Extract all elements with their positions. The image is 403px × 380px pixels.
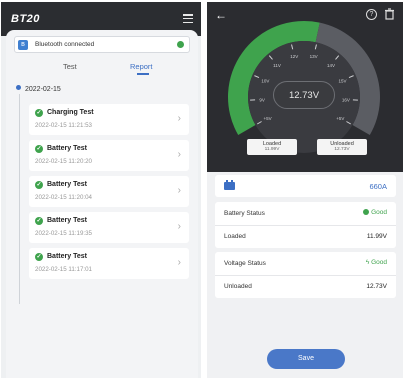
- gauge-tick-label: 16V: [342, 97, 350, 102]
- timeline-dot: [16, 85, 21, 90]
- gauge-tick-label: 12V: [290, 54, 298, 59]
- chevron-right-icon: ›: [177, 221, 181, 232]
- voltage-status-label: Voltage Status: [224, 260, 266, 267]
- report-time: 2022-02-15 11:17:01: [35, 266, 92, 273]
- report-time: 2022-02-15 11:19:35: [35, 230, 92, 237]
- gauge-tick-label: 11V: [273, 63, 281, 68]
- report-card[interactable]: ✓ Battery Test 2022-02-15 11:17:01 ›: [29, 248, 189, 279]
- cca-value: 660A: [369, 182, 387, 191]
- report-title: Battery Test: [47, 145, 87, 152]
- report-card[interactable]: ✓ Battery Test 2022-02-15 11:19:35 ›: [29, 212, 189, 243]
- battery-status-text: Good: [371, 209, 387, 216]
- gauge-tick-label: +5V: [264, 116, 272, 121]
- voltage-status-text: Good: [371, 259, 387, 266]
- gauge-tick-label: +5V: [336, 116, 344, 121]
- bluetooth-icon: ʙ: [18, 40, 28, 50]
- loaded-voltage-pill: Loaded 11.99V: [247, 139, 297, 155]
- loaded-row-label: Loaded: [224, 233, 246, 240]
- report-title: Battery Test: [47, 253, 87, 260]
- report-detail-screen: ← ? +5V 9V 10V 11V 12V 13V 14V 15V 16V +5V 12.73V…: [207, 2, 403, 378]
- unloaded-voltage-pill: Unloaded 12.73V: [317, 139, 367, 155]
- unloaded-row-label: Unloaded: [224, 283, 252, 290]
- good-check-icon: [363, 209, 370, 215]
- screenshot-stage: BT20 ʙ Bluetooth connected Test Report 2…: [0, 0, 403, 380]
- check-icon: ✓: [35, 181, 43, 189]
- app-logo: BT20: [11, 13, 40, 25]
- report-title: Battery Test: [47, 217, 87, 224]
- date-group-header: 2022-02-15: [16, 85, 61, 93]
- save-button[interactable]: Save: [267, 349, 345, 369]
- gauge-header: ← ? +5V 9V 10V 11V 12V 13V 14V 15V 16V +5V 12.73V…: [207, 2, 403, 172]
- battery-status-value: Good: [363, 209, 387, 216]
- voltage-status-value: ϟ Good: [366, 259, 387, 266]
- report-title: Charging Test: [47, 109, 94, 116]
- tab-report[interactable]: Report: [130, 62, 153, 71]
- divider: [215, 275, 396, 276]
- chevron-right-icon: ›: [177, 257, 181, 268]
- chevron-right-icon: ›: [177, 185, 181, 196]
- tab-test[interactable]: Test: [63, 62, 77, 71]
- battery-status-label: Battery Status: [224, 210, 265, 217]
- check-icon: ✓: [35, 109, 43, 117]
- check-icon: ✓: [35, 253, 43, 261]
- gauge-tick-label: 14V: [327, 63, 335, 68]
- loaded-value: 11.99V: [264, 147, 280, 152]
- unloaded-row-value: 12.73V: [366, 283, 387, 290]
- report-time: 2022-02-15 11:20:20: [35, 158, 92, 165]
- chevron-right-icon: ›: [177, 149, 181, 160]
- gauge-tick-label: 10V: [261, 78, 269, 83]
- chevron-right-icon: ›: [177, 113, 181, 124]
- check-icon: ✓: [35, 145, 43, 153]
- check-icon: ✓: [35, 217, 43, 225]
- voltage-status-panel: Voltage Status ϟ Good Unloaded 12.73V: [215, 252, 396, 298]
- report-title: Battery Test: [47, 181, 87, 188]
- bluetooth-status-text: Bluetooth connected: [35, 41, 95, 48]
- report-card[interactable]: ✓ Battery Test 2022-02-15 11:20:20 ›: [29, 140, 189, 171]
- timeline-line: [18, 94, 20, 304]
- report-card[interactable]: ✓ Battery Test 2022-02-15 11:20:04 ›: [29, 176, 189, 207]
- active-tab-indicator: [137, 73, 149, 75]
- battery-status-panel: Battery Status Good Loaded 11.99V: [215, 202, 396, 248]
- unloaded-value: 12.73V: [334, 147, 350, 152]
- voltage-reading: 12.73V: [273, 81, 335, 109]
- report-time: 2022-02-15 11:21:53: [35, 122, 92, 129]
- report-card[interactable]: ✓ Charging Test 2022-02-15 11:21:53 ›: [29, 104, 189, 135]
- connection-indicator: [177, 41, 184, 48]
- battery-cca-panel: 660A: [215, 175, 396, 197]
- battery-icon: [224, 180, 235, 190]
- report-time: 2022-02-15 11:20:04: [35, 194, 92, 201]
- hamburger-menu-icon[interactable]: [183, 14, 193, 24]
- divider: [215, 225, 396, 226]
- bluetooth-status-bar[interactable]: ʙ Bluetooth connected: [14, 36, 190, 53]
- date-label: 2022-02-15: [25, 86, 61, 93]
- content-sheet: ʙ Bluetooth connected Test Report 2022-0…: [6, 30, 198, 378]
- tab-bar: Test Report: [6, 60, 198, 76]
- loaded-row-value: 11.99V: [366, 233, 387, 240]
- gauge-tick-label: 15V: [339, 78, 347, 83]
- report-list-screen: BT20 ʙ Bluetooth connected Test Report 2…: [1, 2, 201, 378]
- gauge-tick-label: 9V: [259, 97, 265, 102]
- gauge-tick-label: 13V: [310, 54, 318, 59]
